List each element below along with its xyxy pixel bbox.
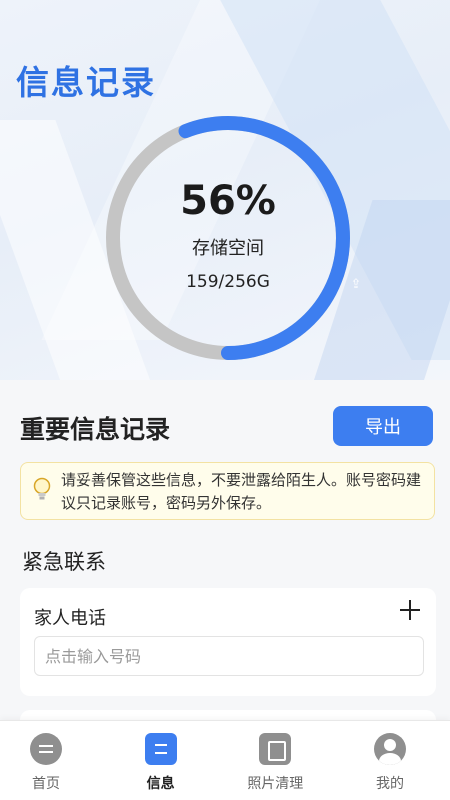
add-contact-button[interactable] xyxy=(396,596,424,624)
upload-icon: ⇪ xyxy=(350,277,362,292)
nav-item-info[interactable]: 信息 xyxy=(121,721,201,800)
privacy-notice: 请妥善保管这些信息，不要泄露给陌生人。账号密码建议只记录账号，密码另外保存。 xyxy=(20,462,435,520)
family-phone-card: 家人电话 xyxy=(20,588,436,696)
storage-percent: 56% xyxy=(180,178,276,224)
nav-item-photo-clean[interactable]: 照片清理 xyxy=(235,721,315,800)
page-title: 信息记录 xyxy=(16,63,156,102)
storage-hero: 信息记录 56% 存储空间 159/256G ⇪ xyxy=(0,0,450,380)
export-button[interactable]: 导出 xyxy=(333,406,433,446)
nav-label-info: 信息 xyxy=(146,776,175,792)
app-screen: 信息记录 56% 存储空间 159/256G ⇪ 重要信息记录 导出 请妥善保管… xyxy=(0,0,450,800)
info-icon xyxy=(144,733,177,765)
phone-input[interactable] xyxy=(34,636,424,676)
nav-item-home[interactable]: 首页 xyxy=(6,721,86,800)
home-icon xyxy=(30,733,62,765)
nav-label-me: 我的 xyxy=(375,776,404,792)
privacy-notice-text: 请妥善保管这些信息，不要泄露给陌生人。账号密码建议只记录账号，密码另外保存。 xyxy=(61,471,422,512)
storage-summary: 56% 存储空间 159/256G xyxy=(98,108,358,368)
nav-item-me[interactable]: 我的 xyxy=(350,721,430,800)
section-title: 重要信息记录 xyxy=(20,415,171,444)
family-phone-label: 家人电话 xyxy=(34,608,106,629)
nav-label-photo-clean: 照片清理 xyxy=(247,776,304,792)
lightbulb-icon xyxy=(33,477,51,500)
emergency-contact-title: 紧急联系 xyxy=(22,550,106,574)
nav-label-home: 首页 xyxy=(32,776,60,792)
storage-usage: 159/256G xyxy=(186,272,270,292)
storage-label: 存储空间 xyxy=(192,238,264,259)
photo-icon xyxy=(259,733,292,765)
storage-ring: 56% 存储空间 159/256G xyxy=(98,108,358,368)
user-icon xyxy=(373,733,406,765)
bottom-nav: 首页 信息 照片清理 我的 xyxy=(0,720,450,800)
